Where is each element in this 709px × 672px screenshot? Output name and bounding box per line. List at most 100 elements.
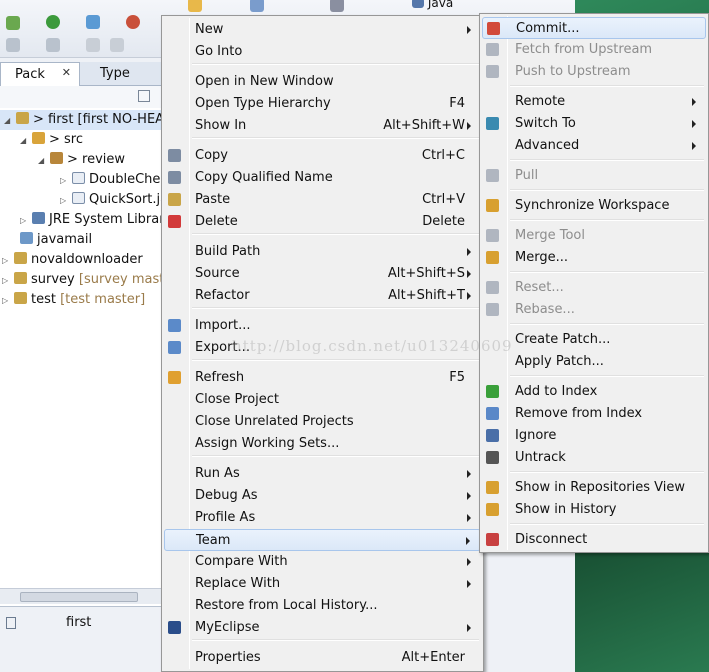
menu-item-label: Untrack bbox=[515, 450, 566, 465]
context-menu-item-profile-as[interactable]: Profile As bbox=[164, 507, 481, 529]
context-menu-item-assign-working-sets[interactable]: Assign Working Sets... bbox=[164, 433, 481, 455]
context-menu-item-properties[interactable]: Properties Alt+Enter bbox=[164, 647, 481, 669]
tree-item-doublecheck[interactable]: ▷ DoubleChec bbox=[60, 170, 168, 190]
team-menu-item-switch-to[interactable]: Switch To bbox=[482, 113, 706, 135]
collapse-all-icon[interactable] bbox=[138, 90, 150, 102]
open-folder-icon[interactable] bbox=[188, 0, 202, 12]
context-menu-item-close-unrelated-projects[interactable]: Close Unrelated Projects bbox=[164, 411, 481, 433]
external-tools-icon[interactable] bbox=[126, 15, 140, 29]
project-icon bbox=[14, 252, 27, 264]
menu-separator bbox=[192, 639, 479, 641]
tree-item-src[interactable]: ◢ > src bbox=[20, 130, 83, 150]
context-menu-item-replace-with[interactable]: Replace With bbox=[164, 573, 481, 595]
tree-item-review[interactable]: ◢ > review bbox=[38, 150, 125, 170]
tree-item-test[interactable]: ▷ test [test master] bbox=[2, 290, 145, 310]
menu-item-label: Pull bbox=[515, 168, 539, 183]
back-icon[interactable] bbox=[6, 38, 20, 52]
context-menu-item-refactor[interactable]: Refactor Alt+Shift+T bbox=[164, 285, 481, 307]
horizontal-scrollbar[interactable] bbox=[0, 588, 162, 604]
java-perspective-button[interactable]: Java bbox=[412, 0, 453, 10]
team-menu-item-apply-patch[interactable]: Apply Patch... bbox=[482, 351, 706, 373]
java-perspective-label: Java bbox=[427, 0, 454, 10]
team-menu-item-add-to-index[interactable]: Add to Index bbox=[482, 381, 706, 403]
context-menu-item-import[interactable]: Import... bbox=[164, 315, 481, 337]
team-menu-item-disconnect[interactable]: Disconnect bbox=[482, 529, 706, 551]
menu-item-label: Switch To bbox=[515, 116, 576, 131]
grid-icon[interactable] bbox=[250, 0, 264, 12]
search-icon[interactable] bbox=[330, 0, 344, 12]
tree-item-label: survey bbox=[31, 272, 79, 287]
menu-item-label: Apply Patch... bbox=[515, 354, 604, 369]
team-menu-item-commit[interactable]: Commit... bbox=[482, 17, 706, 39]
team-menu-item-ignore[interactable]: Ignore bbox=[482, 425, 706, 447]
team-menu-item-create-patch[interactable]: Create Patch... bbox=[482, 329, 706, 351]
collapsed-icon[interactable]: ▷ bbox=[2, 271, 12, 291]
menu-item-label: Synchronize Workspace bbox=[515, 198, 670, 213]
tree-item-novaldownloader[interactable]: ▷ novaldownloader bbox=[2, 250, 143, 270]
menu-item-label: Show In bbox=[195, 118, 247, 133]
run-icon[interactable] bbox=[46, 15, 60, 29]
context-menu-item-restore-from-local-history[interactable]: Restore from Local History... bbox=[164, 595, 481, 617]
context-menu-item-new[interactable]: New bbox=[164, 19, 481, 41]
menu-item-label: Properties bbox=[195, 650, 261, 665]
collapsed-icon[interactable]: ▷ bbox=[60, 191, 70, 211]
menu-item-label: Restore from Local History... bbox=[195, 598, 378, 613]
forward-icon[interactable] bbox=[46, 38, 60, 52]
context-menu-item-close-project[interactable]: Close Project bbox=[164, 389, 481, 411]
debug-icon[interactable] bbox=[6, 16, 20, 30]
tree-item-survey[interactable]: ▷ survey [survey master] bbox=[2, 270, 183, 290]
scrollbar-thumb[interactable] bbox=[20, 592, 138, 602]
context-menu-item-delete[interactable]: Delete Delete bbox=[164, 211, 481, 233]
team-menu-item-show-in-repositories-view[interactable]: Show in Repositories View bbox=[482, 477, 706, 499]
history-icon bbox=[486, 503, 499, 516]
context-menu-item-copy-qualified-name[interactable]: Copy Qualified Name bbox=[164, 167, 481, 189]
tree-item-javamail[interactable]: javamail bbox=[8, 230, 92, 250]
context-menu-item-show-in[interactable]: Show In Alt+Shift+W bbox=[164, 115, 481, 137]
menu-separator bbox=[192, 233, 479, 235]
import-icon bbox=[168, 319, 181, 332]
menu-item-label: Replace With bbox=[195, 576, 281, 591]
context-menu-item-team[interactable]: Team bbox=[164, 529, 481, 551]
context-menu-item-build-path[interactable]: Build Path bbox=[164, 241, 481, 263]
team-menu-item-remove-from-index[interactable]: Remove from Index bbox=[482, 403, 706, 425]
nav-next-icon[interactable] bbox=[110, 38, 124, 52]
context-menu-item-compare-with[interactable]: Compare With bbox=[164, 551, 481, 573]
context-menu-item-source[interactable]: Source Alt+Shift+S bbox=[164, 263, 481, 285]
context-menu-item-paste[interactable]: Paste Ctrl+V bbox=[164, 189, 481, 211]
team-menu-item-remote[interactable]: Remote bbox=[482, 91, 706, 113]
team-menu-item-push-to-upstream: Push to Upstream bbox=[482, 61, 706, 83]
team-menu-item-show-in-history[interactable]: Show in History bbox=[482, 499, 706, 521]
context-menu-item-myeclipse[interactable]: MyEclipse bbox=[164, 617, 481, 639]
team-menu-item-synchronize-workspace[interactable]: Synchronize Workspace bbox=[482, 195, 706, 217]
menu-separator bbox=[510, 471, 704, 473]
expanded-icon[interactable]: ◢ bbox=[38, 151, 48, 171]
context-menu-item-go-into[interactable]: Go Into bbox=[164, 41, 481, 63]
nav-prev-icon[interactable] bbox=[86, 38, 100, 52]
commit-icon bbox=[487, 22, 500, 35]
context-menu-item-debug-as[interactable]: Debug As bbox=[164, 485, 481, 507]
context-menu-item-refresh[interactable]: Refresh F5 bbox=[164, 367, 481, 389]
collapsed-icon[interactable]: ▷ bbox=[2, 251, 12, 271]
team-menu-item-merge[interactable]: Merge... bbox=[482, 247, 706, 269]
run-config-icon[interactable] bbox=[86, 15, 100, 29]
context-menu-item-copy[interactable]: Copy Ctrl+C bbox=[164, 145, 481, 167]
context-menu-item-run-as[interactable]: Run As bbox=[164, 463, 481, 485]
context-menu-item-open-type-hierarchy[interactable]: Open Type Hierarchy F4 bbox=[164, 93, 481, 115]
expanded-icon[interactable]: ◢ bbox=[20, 131, 30, 151]
tree-item-jre[interactable]: ▷ JRE System Library bbox=[20, 210, 172, 230]
tree-item-quicksort[interactable]: ▷ QuickSort.ja bbox=[60, 190, 168, 210]
expanded-icon[interactable]: ◢ bbox=[4, 111, 14, 131]
java-file-icon bbox=[72, 172, 85, 184]
tree-item-first[interactable]: ◢ > first [first NO-HEAD] bbox=[0, 110, 179, 131]
team-menu-item-untrack[interactable]: Untrack bbox=[482, 447, 706, 469]
context-menu-item-open-in-new-window[interactable]: Open in New Window bbox=[164, 71, 481, 93]
menu-item-label: Show in History bbox=[515, 502, 617, 517]
menu-item-label: Profile As bbox=[195, 510, 256, 525]
collapsed-icon[interactable]: ▷ bbox=[20, 211, 30, 231]
tab-package-explorer[interactable]: Pack ✕ bbox=[0, 62, 80, 86]
tab-type-hierarchy[interactable]: Type bbox=[86, 62, 158, 86]
collapsed-icon[interactable]: ▷ bbox=[2, 291, 12, 311]
close-icon[interactable]: ✕ bbox=[62, 66, 71, 79]
team-menu-item-advanced[interactable]: Advanced bbox=[482, 135, 706, 157]
collapsed-icon[interactable]: ▷ bbox=[60, 171, 70, 191]
